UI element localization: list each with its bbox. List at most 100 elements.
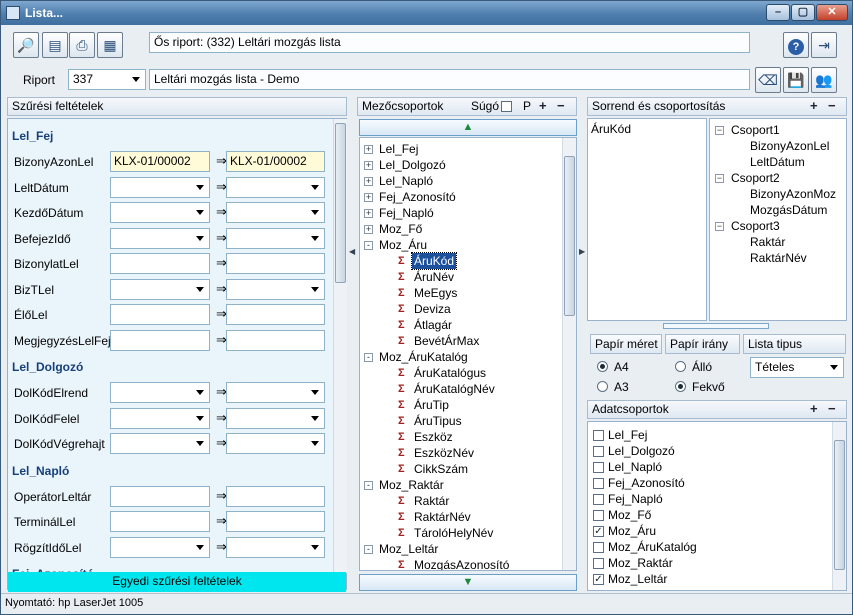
tree-item[interactable]: Σ Eszköz xyxy=(360,429,560,445)
expand-icon[interactable]: + xyxy=(364,193,373,202)
help-button[interactable]: ? xyxy=(783,32,809,58)
filter-from-input[interactable]: KLX-01/00002 xyxy=(110,151,210,172)
filter-from-input[interactable] xyxy=(110,536,210,558)
filter-to-input[interactable]: KLX-01/00002 xyxy=(226,151,325,172)
group-field-item[interactable]: MozgásDátum xyxy=(710,202,846,218)
order-item[interactable]: ÁruKód xyxy=(591,122,631,136)
expand-icon[interactable]: + xyxy=(364,209,373,218)
datagroup-item[interactable]: Fej_Napló xyxy=(588,492,828,508)
filter-to-input[interactable] xyxy=(226,407,325,429)
datagroup-item[interactable]: Moz_ÁruKatalóg xyxy=(588,540,828,556)
filters-scrollbar[interactable] xyxy=(333,119,347,573)
collapse-icon[interactable]: − xyxy=(715,126,724,135)
clear-button[interactable]: ⌫ xyxy=(755,67,781,93)
datagroup-item[interactable]: ✓ Moz_Leltár xyxy=(588,572,828,588)
splitter-right-arrow-icon[interactable]: ▶ xyxy=(579,247,585,256)
datagroup-item[interactable]: Lel_Fej xyxy=(588,428,828,444)
edit-report-button[interactable]: ▤ xyxy=(42,32,68,58)
minimize-button[interactable]: – xyxy=(766,4,790,21)
datagroup-checkbox[interactable] xyxy=(593,542,604,553)
paper-orient-radio[interactable] xyxy=(675,381,686,392)
tree-item[interactable]: Σ RaktárNév xyxy=(360,509,560,525)
filter-to-input[interactable] xyxy=(226,485,325,507)
remove-icon[interactable]: − xyxy=(557,99,565,112)
filter-to-input[interactable] xyxy=(226,382,325,403)
tree-item[interactable]: Σ Raktár xyxy=(360,493,560,509)
add-icon[interactable]: + xyxy=(810,402,818,415)
datagroup-checkbox[interactable] xyxy=(593,462,604,473)
datagroup-item[interactable]: Moz_Fő xyxy=(588,508,828,524)
expand-icon[interactable]: - xyxy=(364,545,373,554)
tree-item[interactable]: Σ ÁruKód xyxy=(360,252,560,270)
tree-item[interactable]: Σ MozgásAzonosító xyxy=(360,557,560,570)
close-button[interactable]: ✕ xyxy=(816,4,848,21)
expand-icon[interactable]: + xyxy=(364,177,373,186)
help-checkbox[interactable] xyxy=(501,101,512,112)
group-item[interactable]: − Csoport1 xyxy=(710,122,846,138)
expand-icon[interactable]: - xyxy=(364,353,373,362)
expand-icon[interactable]: + xyxy=(364,225,373,234)
group-item[interactable]: − Csoport2 xyxy=(710,170,846,186)
filter-from-input[interactable] xyxy=(110,511,210,532)
tree-item[interactable]: + Fej_Azonosító xyxy=(360,189,560,205)
scroll-down-button[interactable]: ▼ xyxy=(359,574,577,591)
scroll-up-button[interactable]: ▲ xyxy=(359,119,577,136)
filter-from-input[interactable] xyxy=(110,253,210,274)
expand-icon[interactable]: + xyxy=(364,145,373,154)
tree-item[interactable]: + Moz_Fő xyxy=(360,221,560,237)
filter-to-input[interactable] xyxy=(226,227,325,249)
tree-item[interactable]: + Lel_Fej xyxy=(360,141,560,157)
tree-item[interactable]: + Lel_Napló xyxy=(360,173,560,189)
exit-button[interactable]: ⇥ xyxy=(811,32,837,58)
group-field-item[interactable]: Raktár xyxy=(710,234,846,250)
add-icon[interactable]: + xyxy=(810,99,818,112)
tree-item[interactable]: - Moz_Áru xyxy=(360,237,560,253)
filter-from-input[interactable] xyxy=(110,382,210,403)
datagroup-checkbox[interactable] xyxy=(593,558,604,569)
datagroup-item[interactable]: Moz_Raktár xyxy=(588,556,828,572)
filter-from-input[interactable] xyxy=(110,485,210,507)
filter-from-input[interactable] xyxy=(110,433,210,454)
tree-item[interactable]: Σ MeEgys xyxy=(360,285,560,301)
tree-item[interactable]: - Moz_Raktár xyxy=(360,477,560,493)
tree-item[interactable]: + Lel_Dolgozó xyxy=(360,157,560,173)
maximize-button[interactable]: ▢ xyxy=(791,4,815,21)
filter-to-input[interactable] xyxy=(226,329,325,351)
tree-item[interactable]: Σ TárolóHelyNév xyxy=(360,525,560,541)
splitter-left-arrow-icon[interactable]: ◀ xyxy=(349,247,355,256)
order-list[interactable]: ÁruKód xyxy=(587,118,707,321)
riport-name-field[interactable]: Leltári mozgás lista - Demo xyxy=(149,69,750,90)
filter-from-input[interactable] xyxy=(110,227,210,249)
tree-item[interactable]: Σ ÁruKatalógus xyxy=(360,365,560,381)
filter-from-input[interactable] xyxy=(110,304,210,325)
custom-filter-button[interactable]: Egyedi szűrési feltételek xyxy=(8,572,346,592)
paper-size-radio[interactable] xyxy=(597,361,608,372)
tree-item[interactable]: Σ Átlagár xyxy=(360,317,560,333)
filter-from-input[interactable] xyxy=(110,278,210,300)
save-button[interactable]: 💾 xyxy=(783,67,809,93)
fieldgroups-scrollbar[interactable] xyxy=(562,138,576,570)
tree-item[interactable]: Σ CikkSzám xyxy=(360,461,560,477)
filter-to-input[interactable] xyxy=(226,278,325,300)
add-icon[interactable]: + xyxy=(539,99,547,112)
filter-to-input[interactable] xyxy=(226,202,325,223)
datagroup-checkbox[interactable] xyxy=(593,446,604,457)
sorting-splitter[interactable] xyxy=(663,323,769,329)
preview-button[interactable]: 🔎 xyxy=(13,32,39,58)
filter-to-input[interactable] xyxy=(226,433,325,454)
expand-icon[interactable]: - xyxy=(364,241,373,250)
group-field-item[interactable]: BizonyAzonLel xyxy=(710,138,846,154)
tree-item[interactable]: Σ EszközNév xyxy=(360,445,560,461)
tree-item[interactable]: Σ ÁruTip xyxy=(360,397,560,413)
expand-icon[interactable]: + xyxy=(364,161,373,170)
tree-item[interactable]: Σ Deviza xyxy=(360,301,560,317)
users-button[interactable]: 👥 xyxy=(811,67,837,93)
datagroup-checkbox[interactable] xyxy=(593,494,604,505)
print-button[interactable]: ⎙ xyxy=(69,32,95,58)
tree-item[interactable]: + Fej_Napló xyxy=(360,205,560,221)
filter-to-input[interactable] xyxy=(226,536,325,558)
tree-item[interactable]: Σ ÁruNév xyxy=(360,269,560,285)
tree-item[interactable]: - Moz_Leltár xyxy=(360,541,560,557)
datagroup-checkbox[interactable] xyxy=(593,510,604,521)
tree-item[interactable]: Σ BevétÁrMax xyxy=(360,333,560,349)
